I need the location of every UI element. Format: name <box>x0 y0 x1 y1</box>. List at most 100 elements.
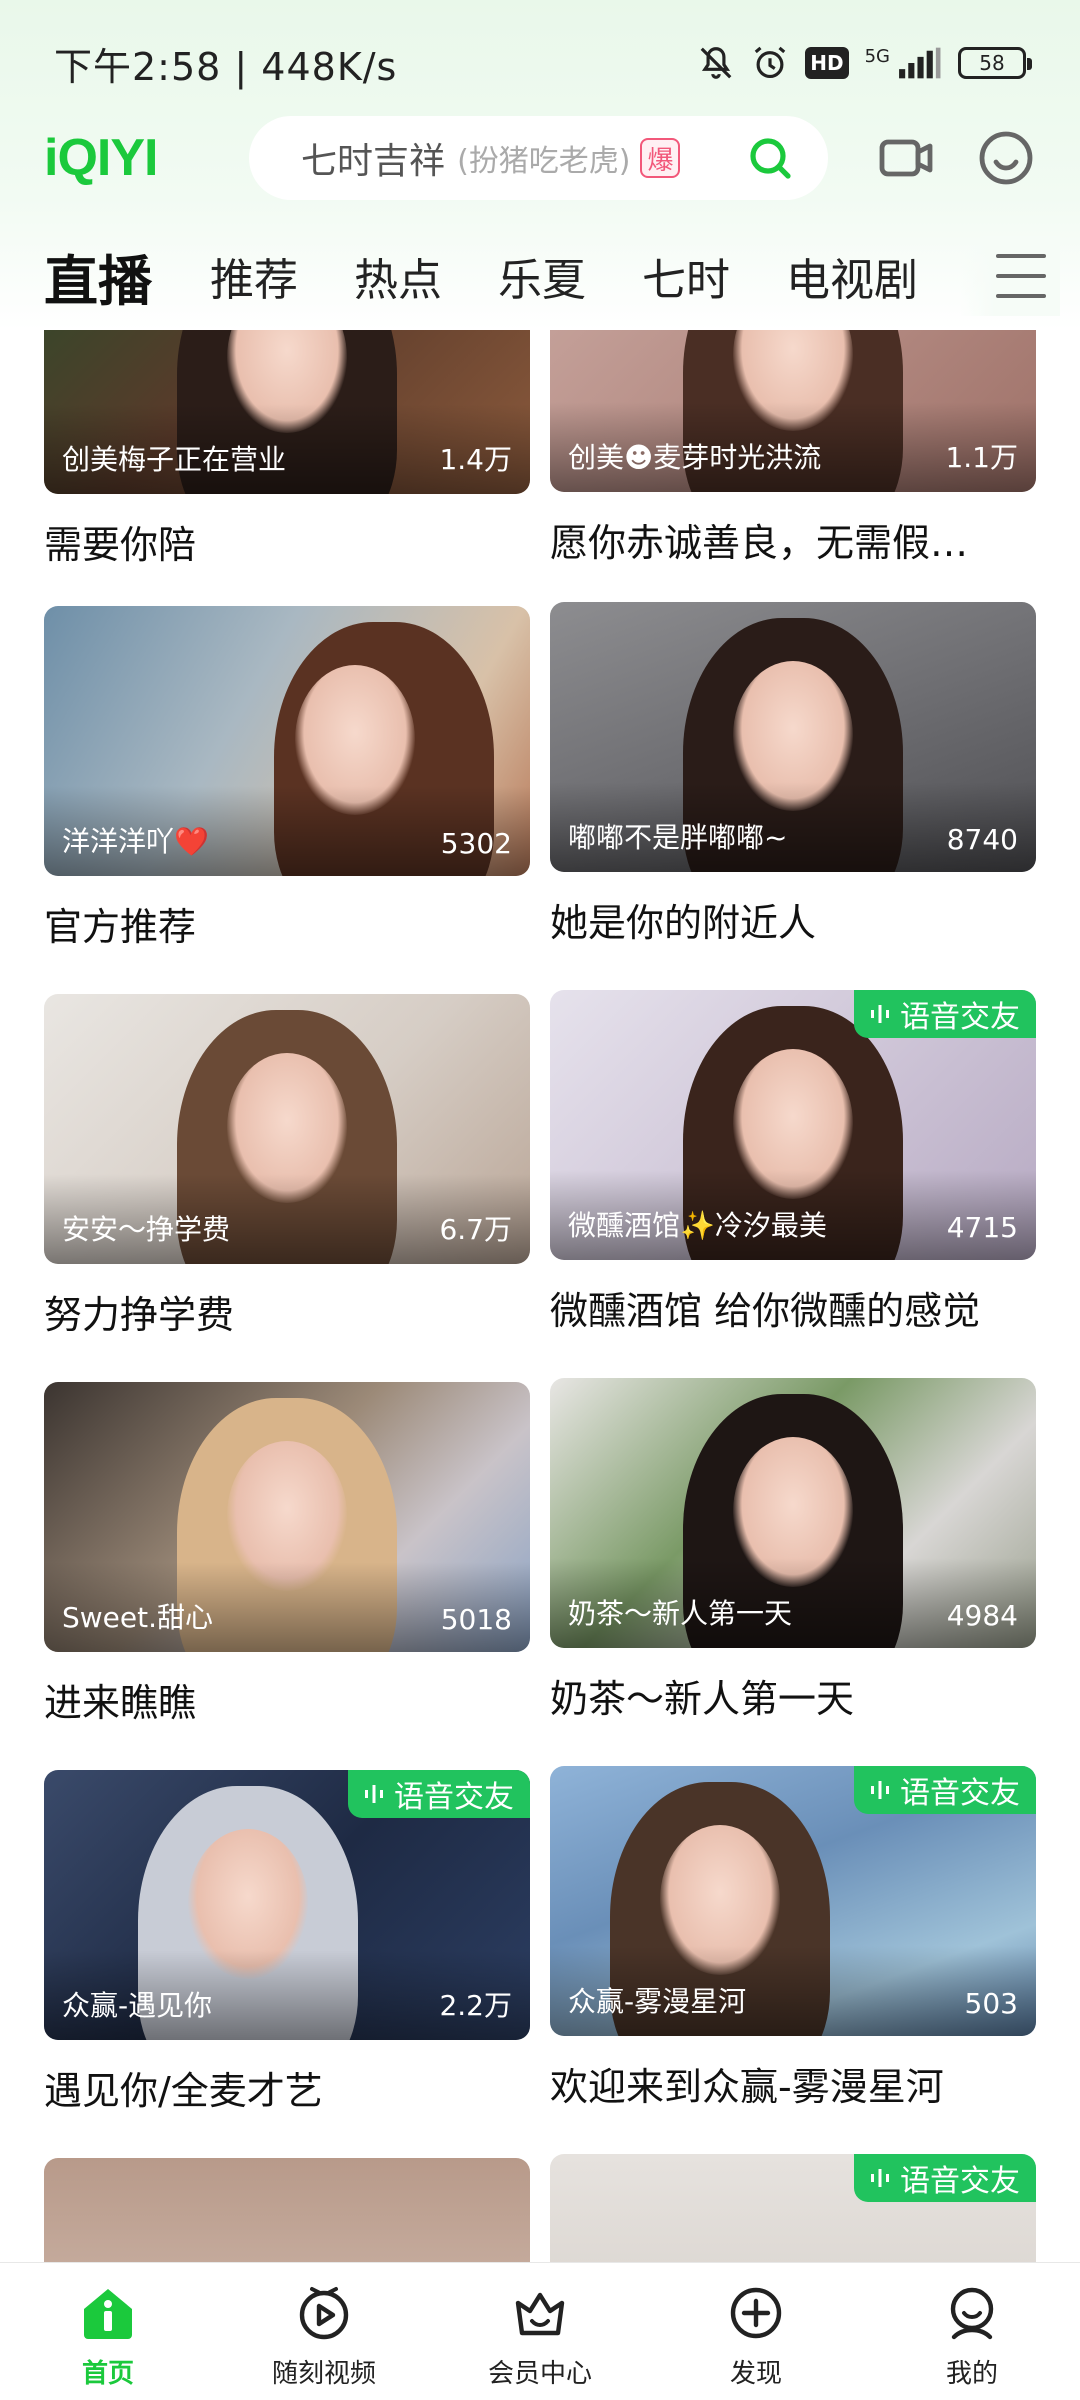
battery-indicator: 58 <box>958 47 1032 79</box>
voice-chat-badge: 语音交友 <box>348 1770 530 1818</box>
audio-bars-icon <box>871 1005 889 1023</box>
host-name: 安安～挣学费 <box>62 1213 231 1246</box>
app-header: iQIYI 七时吉祥 (扮猪吃老虎) 爆 <box>0 112 1080 204</box>
tab-qishi[interactable]: 七时 <box>642 244 730 308</box>
tab-tv[interactable]: 电视剧 <box>786 244 918 308</box>
live-card[interactable]: 语音交友 <box>550 2154 1036 2262</box>
live-card[interactable]: 语音交友 众赢-遇见你 2.2万 遇见你/全麦才艺 <box>44 1770 530 2115</box>
tab-hot[interactable]: 热点 <box>354 244 442 308</box>
mute-bell-icon <box>697 44 735 82</box>
nav-short-video[interactable]: 随刻视频 <box>216 2263 432 2400</box>
home-icon <box>78 2283 138 2343</box>
nav-label: 我的 <box>945 2359 998 2389</box>
status-time: 下午2:58 | 448K/s <box>54 44 398 89</box>
viewer-count: 2.2万 <box>439 1989 512 2022</box>
live-thumbnail: 语音交友 <box>550 2154 1036 2262</box>
live-card[interactable]: 创美☻麦芽时光洪流 1.1万 愿你赤诚善良，无需假… <box>550 330 1036 567</box>
live-card[interactable]: 嘟嘟不是胖嘟嘟~ 8740 她是你的附近人 <box>550 602 1036 947</box>
live-card[interactable]: 语音交友 众赢-雾漫星河 503 欢迎来到众赢-雾漫星河 <box>550 1766 1036 2111</box>
nav-label: 首页 <box>81 2359 134 2389</box>
live-title: 奶茶～新人第一天 <box>550 1677 855 1721</box>
search-suggestion: 七时吉祥 <box>301 141 446 182</box>
viewer-count: 6.7万 <box>439 1213 512 1246</box>
network-type: 5G <box>864 46 890 67</box>
viewer-count: 8740 <box>946 823 1018 856</box>
live-thumbnail: 语音交友 众赢-雾漫星河 503 <box>550 1766 1036 2036</box>
audio-bars-icon <box>871 2169 889 2187</box>
host-name: 创美梅子正在营业 <box>62 443 287 476</box>
host-name: 奶茶～新人第一天 <box>568 1597 793 1630</box>
live-thumbnail: 安安～挣学费 6.7万 <box>44 994 530 1264</box>
live-title: 微醺酒馆 给你微醺的感觉 <box>550 1289 981 1333</box>
search-icon[interactable] <box>746 134 794 182</box>
crown-icon <box>510 2283 570 2343</box>
tab-recommend[interactable]: 推荐 <box>210 244 298 308</box>
hot-badge: 爆 <box>640 138 681 178</box>
live-title: 欢迎来到众赢-雾漫星河 <box>550 2065 944 2109</box>
voice-chat-label: 语音交友 <box>900 2164 1020 2199</box>
nav-label: 发现 <box>729 2359 782 2389</box>
live-thumbnail <box>44 2158 530 2262</box>
voice-chat-badge: 语音交友 <box>854 990 1036 1038</box>
live-title: 她是你的附近人 <box>550 901 817 945</box>
bottom-navigation: 首页 随刻视频 会员中心 发现 我的 <box>0 2262 1080 2400</box>
live-title: 愿你赤诚善良，无需假… <box>550 521 969 565</box>
live-thumbnail: 嘟嘟不是胖嘟嘟~ 8740 <box>550 602 1036 872</box>
tab-menu-button[interactable] <box>960 236 1060 316</box>
tab-summer[interactable]: 乐夏 <box>498 244 586 308</box>
voice-chat-label: 语音交友 <box>900 1776 1020 1811</box>
live-thumbnail: 创美☻麦芽时光洪流 1.1万 <box>550 330 1036 492</box>
iqiyi-logo[interactable]: iQIYI <box>44 128 207 188</box>
tab-live[interactable]: 直播 <box>44 237 152 316</box>
voice-chat-label: 语音交友 <box>394 1780 514 1815</box>
nav-vip-center[interactable]: 会员中心 <box>432 2263 648 2400</box>
profile-icon <box>942 2283 1002 2343</box>
live-card[interactable]: 语音交友 微醺酒馆✨冷汐最美 4715 微醺酒馆 给你微醺的感觉 <box>550 990 1036 1335</box>
live-card[interactable]: 安安～挣学费 6.7万 努力挣学费 <box>44 994 530 1339</box>
host-name: 众赢-雾漫星河 <box>568 1985 747 2018</box>
nav-home[interactable]: 首页 <box>0 2263 216 2400</box>
nav-label: 随刻视频 <box>271 2359 376 2389</box>
nav-profile[interactable]: 我的 <box>864 2263 1080 2400</box>
voice-chat-badge: 语音交友 <box>854 2154 1036 2202</box>
status-bar: 下午2:58 | 448K/s HD 5G 58 <box>0 0 1080 126</box>
live-thumbnail: 创美梅子正在营业 1.4万 <box>44 330 530 494</box>
live-card[interactable]: Sweet.甜心 5018 进来瞧瞧 <box>44 1382 530 1727</box>
viewer-count: 5302 <box>440 827 512 860</box>
audio-bars-icon <box>365 1785 383 1803</box>
live-card[interactable]: 洋洋洋吖❤️ 5302 官方推荐 <box>44 606 530 951</box>
live-thumbnail: 奶茶～新人第一天 4984 <box>550 1378 1036 1648</box>
viewer-count: 5018 <box>440 1603 512 1636</box>
voice-chat-label: 语音交友 <box>900 1000 1020 1035</box>
viewer-count: 1.1万 <box>945 441 1018 474</box>
viewer-count: 1.4万 <box>439 443 512 476</box>
live-thumbnail: 洋洋洋吖❤️ 5302 <box>44 606 530 876</box>
live-card[interactable]: 奶茶～新人第一天 4984 奶茶～新人第一天 <box>550 1378 1036 1723</box>
host-name: 微醺酒馆✨冷汐最美 <box>568 1209 827 1242</box>
hd-badge: HD <box>805 47 849 79</box>
play-icon <box>294 2283 354 2343</box>
viewer-count: 4715 <box>946 1211 1018 1244</box>
user-avatar-icon[interactable] <box>976 128 1036 188</box>
live-title: 需要你陪 <box>44 523 197 567</box>
live-title: 努力挣学费 <box>44 1293 235 1337</box>
nav-discover[interactable]: 发现 <box>648 2263 864 2400</box>
signal-icon <box>896 44 942 82</box>
live-card[interactable]: 创美梅子正在营业 1.4万 需要你陪 <box>44 330 530 569</box>
search-bar[interactable]: 七时吉祥 (扮猪吃老虎) 爆 <box>249 116 828 200</box>
plus-circle-icon <box>726 2283 786 2343</box>
host-name: 嘟嘟不是胖嘟嘟~ <box>568 821 788 854</box>
live-feed: 创美梅子正在营业 1.4万 需要你陪 创美☻麦芽时光洪流 1.1万 愿你赤诚善良… <box>0 330 1080 2262</box>
video-camera-icon[interactable] <box>876 128 936 188</box>
host-name: 创美☻麦芽时光洪流 <box>568 441 822 474</box>
live-thumbnail: 语音交友 众赢-遇见你 2.2万 <box>44 1770 530 2040</box>
category-tabs: 直播 推荐 热点 乐夏 七时 电视剧 <box>0 236 1080 316</box>
host-name: 洋洋洋吖❤️ <box>62 825 209 858</box>
status-icons: HD 5G 58 <box>697 44 1032 82</box>
menu-icon <box>996 254 1046 298</box>
live-card[interactable] <box>44 2158 530 2262</box>
live-title: 官方推荐 <box>44 905 197 949</box>
alarm-icon <box>751 44 789 82</box>
nav-label: 会员中心 <box>487 2359 592 2389</box>
voice-chat-badge: 语音交友 <box>854 1766 1036 1814</box>
